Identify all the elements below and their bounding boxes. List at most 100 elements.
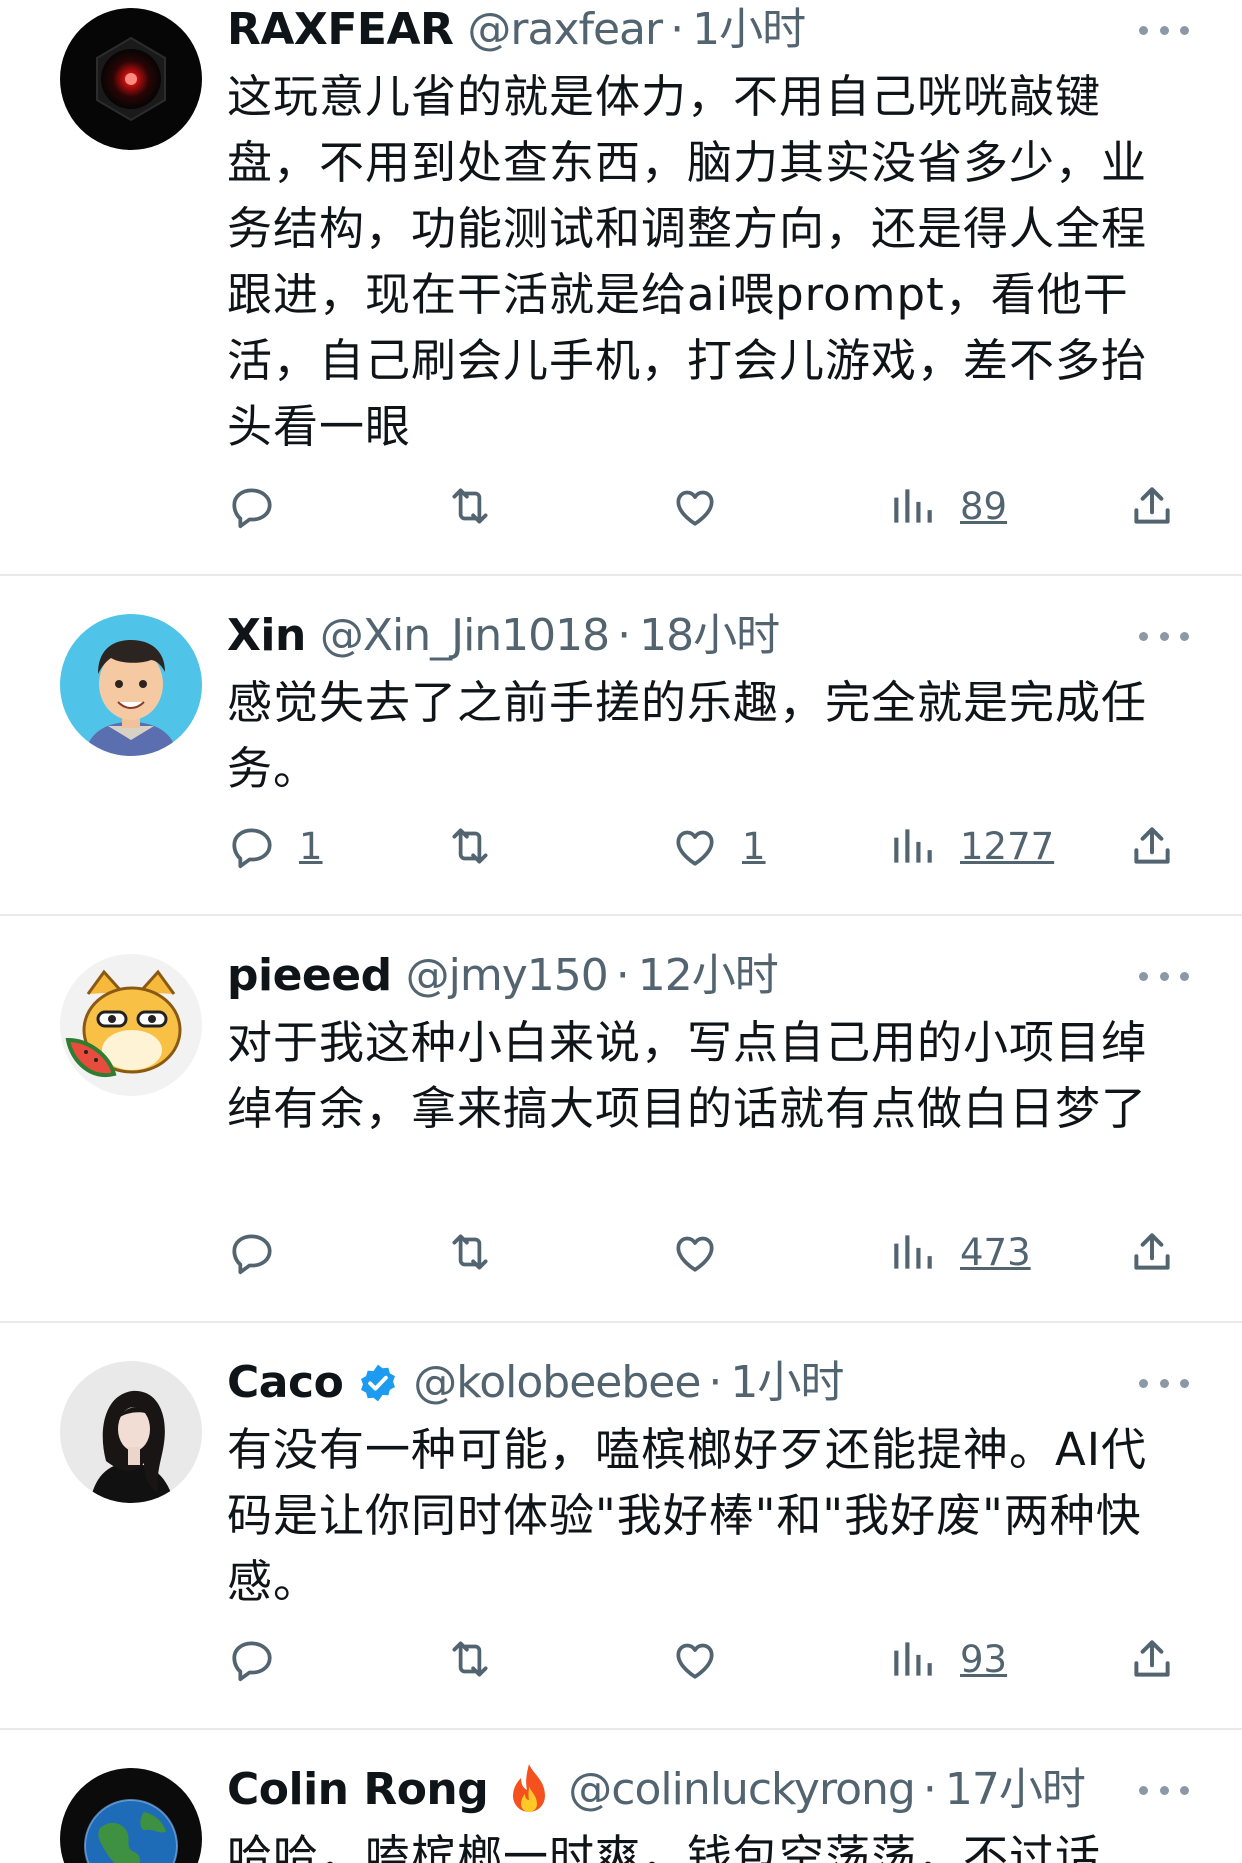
share-icon	[1134, 827, 1170, 864]
timestamp[interactable]: 17小时	[945, 1760, 1086, 1820]
user-handle[interactable]: @colinluckyrong	[568, 1760, 916, 1820]
separator: ·	[670, 4, 685, 55]
reply-button[interactable]	[227, 1629, 299, 1689]
share-button[interactable]	[1127, 816, 1177, 876]
reply-button[interactable]	[227, 1222, 299, 1282]
views-chart-icon	[894, 489, 932, 523]
globe-avatar-icon	[60, 1768, 202, 1863]
like-count: 1	[742, 824, 766, 868]
retweet-icon	[452, 488, 488, 524]
like-button[interactable]: 1	[670, 816, 766, 876]
user-avatar[interactable]	[60, 1361, 202, 1503]
separator: ·	[708, 1357, 723, 1408]
retweet-button[interactable]	[445, 1629, 495, 1689]
reply-button[interactable]	[227, 476, 299, 536]
share-icon	[1134, 487, 1170, 524]
reply-count: 1	[299, 824, 323, 868]
more-options-icon[interactable]	[1139, 18, 1189, 42]
view-count: 89	[960, 484, 1008, 528]
display-name[interactable]: Xin	[227, 606, 306, 666]
tweet-header: RAXFEAR @raxfear · 1小时	[227, 0, 806, 60]
view-count: 473	[960, 1230, 1031, 1274]
user-avatar[interactable]	[60, 1768, 202, 1863]
red-eye-avatar-icon	[60, 8, 202, 150]
woman-photo-avatar-icon	[60, 1361, 202, 1503]
share-button[interactable]	[1127, 1222, 1177, 1282]
display-name[interactable]: pieeed	[227, 946, 392, 1006]
tweet-text: 对于我这种小白来说，写点自己用的小项目绰绰有余，拿来搞大项目的话就有点做白日梦了	[227, 1016, 1148, 1135]
tweet[interactable]: RAXFEAR @raxfear · 1小时 这玩意儿省的就是体力，不用自己咣咣…	[0, 0, 1242, 576]
share-button[interactable]	[1127, 476, 1177, 536]
display-name[interactable]: Caco	[227, 1353, 344, 1413]
views-button[interactable]: 93	[888, 1629, 1007, 1689]
share-button[interactable]	[1127, 1629, 1177, 1689]
verified-badge-icon	[357, 1362, 399, 1404]
display-name[interactable]: RAXFEAR	[227, 0, 454, 60]
tweet[interactable]: Colin Rong @colinluckyrong · 17小时 哈哈，嗑槟榔…	[0, 1730, 1242, 1863]
tweet-feed: RAXFEAR @raxfear · 1小时 这玩意儿省的就是体力，不用自己咣咣…	[0, 0, 1242, 1863]
timestamp[interactable]: 1小时	[692, 0, 806, 60]
tweet-header: pieeed @jmy150 · 12小时	[227, 946, 779, 1006]
user-avatar[interactable]	[60, 954, 202, 1096]
views-button[interactable]: 473	[888, 1222, 1031, 1282]
timestamp[interactable]: 18小时	[639, 606, 780, 666]
share-icon	[1134, 1640, 1170, 1677]
tweet[interactable]: Caco @kolobeebee · 1小时 有没有一种可能，嗑槟榔好歹还能提神…	[0, 1323, 1242, 1730]
more-options-icon[interactable]	[1139, 1778, 1189, 1802]
separator: ·	[615, 950, 630, 1001]
tweet[interactable]: pieeed @jmy150 · 12小时 对于我这种小白来说，写点自己用的小项…	[0, 916, 1242, 1323]
separator: ·	[922, 1764, 937, 1815]
reply-button[interactable]: 1	[227, 816, 323, 876]
tweet[interactable]: Xin @Xin_Jin1018 · 18小时 感觉失去了之前手搓的乐趣，完全就…	[0, 576, 1242, 916]
heart-icon	[676, 1643, 714, 1679]
retweet-button[interactable]	[445, 816, 495, 876]
tweet-actions: 93	[227, 1629, 1184, 1689]
views-button[interactable]: 1277	[888, 816, 1054, 876]
share-icon	[1134, 1233, 1170, 1270]
fire-emoji-icon	[504, 1762, 554, 1818]
more-options-icon[interactable]	[1139, 624, 1189, 648]
tweet-header: Colin Rong @colinluckyrong · 17小时	[227, 1760, 1086, 1820]
display-name[interactable]: Colin Rong	[227, 1760, 489, 1820]
user-handle[interactable]: @Xin_Jin1018	[320, 606, 610, 666]
like-button[interactable]	[670, 1629, 742, 1689]
user-handle[interactable]: @raxfear	[467, 0, 663, 60]
cartoon-man-avatar-icon	[60, 614, 202, 756]
tweet-actions: 1 1 1277	[227, 816, 1184, 876]
separator: ·	[617, 610, 632, 661]
heart-icon	[676, 1236, 714, 1272]
tweet-text: 感觉失去了之前手搓的乐趣，完全就是完成任务。	[227, 676, 1148, 795]
tweet-actions: 473	[227, 1222, 1184, 1282]
retweet-icon	[452, 1641, 488, 1677]
like-button[interactable]	[670, 476, 742, 536]
more-options-icon[interactable]	[1139, 964, 1189, 988]
views-chart-icon	[894, 1642, 932, 1676]
more-options-icon[interactable]	[1139, 1371, 1189, 1395]
like-button[interactable]	[670, 1222, 742, 1282]
reply-icon	[232, 488, 272, 529]
user-avatar[interactable]	[60, 614, 202, 756]
tweet-text: 哈哈，嗑槟榔一时爽，钱包空荡荡，不过话	[227, 1830, 1102, 1863]
user-avatar[interactable]	[60, 8, 202, 150]
tweet-text: 这玩意儿省的就是体力，不用自己咣咣敲键盘，不用到处查东西，脑力其实没省多少，业务…	[227, 70, 1148, 453]
view-count: 1277	[960, 824, 1055, 868]
tweet-text: 有没有一种可能，嗑槟榔好歹还能提神。AI代码是让你同时体验"我好棒"和"我好废"…	[227, 1423, 1148, 1608]
user-handle[interactable]: @kolobeebee	[413, 1353, 701, 1413]
retweet-icon	[452, 1234, 488, 1270]
reply-icon	[232, 1234, 272, 1275]
retweet-button[interactable]	[445, 476, 495, 536]
timestamp[interactable]: 1小时	[730, 1353, 844, 1413]
tweet-actions: 89	[227, 476, 1184, 536]
user-handle[interactable]: @jmy150	[406, 946, 609, 1006]
shiba-dog-avatar-icon	[60, 954, 202, 1096]
tweet-header: Xin @Xin_Jin1018 · 18小时	[227, 606, 780, 666]
timestamp[interactable]: 12小时	[638, 946, 779, 1006]
views-button[interactable]: 89	[888, 476, 1007, 536]
view-count: 93	[960, 1637, 1008, 1681]
views-chart-icon	[894, 1235, 932, 1269]
retweet-icon	[452, 828, 488, 864]
retweet-button[interactable]	[445, 1222, 495, 1282]
tweet-header: Caco @kolobeebee · 1小时	[227, 1353, 844, 1413]
reply-icon	[232, 1641, 272, 1682]
views-chart-icon	[894, 829, 932, 863]
